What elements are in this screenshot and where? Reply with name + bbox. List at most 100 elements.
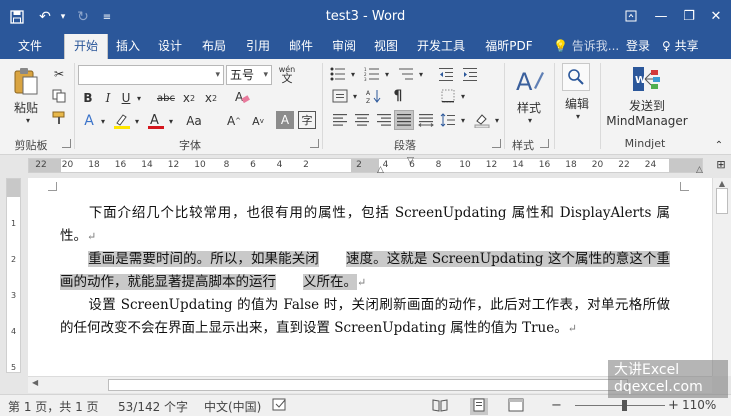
increase-indent-icon[interactable] bbox=[460, 65, 480, 83]
bullets-icon[interactable] bbox=[328, 65, 348, 83]
close-button[interactable]: ✕ bbox=[705, 6, 727, 26]
proofing-icon[interactable] bbox=[272, 398, 288, 415]
styles-launcher-icon[interactable] bbox=[540, 139, 549, 148]
multilevel-list-icon[interactable] bbox=[396, 65, 416, 83]
numbering-icon[interactable]: 123 bbox=[362, 65, 382, 83]
clear-formatting-icon[interactable]: A bbox=[232, 87, 252, 107]
restore-button[interactable]: ❐ bbox=[678, 6, 700, 26]
show-formatting-marks-icon[interactable]: ¶ bbox=[388, 87, 408, 105]
scroll-up-icon[interactable]: ▲ bbox=[713, 179, 731, 188]
tab-review[interactable]: 审阅 bbox=[326, 34, 362, 59]
justify-icon[interactable] bbox=[394, 110, 414, 130]
collapse-ribbon-icon[interactable]: ⌃ bbox=[712, 139, 726, 151]
mindmanager-icon[interactable]: W bbox=[630, 65, 662, 95]
sort-icon[interactable]: AZ bbox=[364, 87, 384, 105]
vertical-scrollbar[interactable]: ▲ bbox=[712, 178, 731, 376]
scroll-left-icon[interactable]: ◀ bbox=[32, 378, 38, 387]
horizontal-ruler[interactable]: 22 20 18 16 14 12 10 8 6 4 2 2 4 6 8 10 12 14 16 18 20 22 24 ▽… bbox=[28, 156, 703, 175]
print-layout-icon[interactable] bbox=[470, 398, 488, 415]
login-link[interactable]: 登录 bbox=[626, 34, 650, 59]
bullets-dropdown-icon[interactable]: ▾ bbox=[348, 65, 358, 83]
send-to-mindmanager-label-1[interactable]: 发送到 bbox=[602, 99, 692, 113]
search-icon[interactable] bbox=[562, 63, 590, 91]
character-shading-icon[interactable]: A bbox=[276, 111, 294, 129]
tab-developer[interactable]: 开发工具 bbox=[412, 34, 470, 59]
cut-icon[interactable]: ✂ bbox=[50, 65, 68, 83]
text-effects-icon[interactable]: A bbox=[80, 111, 98, 131]
styles-dropdown-icon[interactable]: ▾ bbox=[524, 115, 536, 125]
paste-icon[interactable] bbox=[10, 65, 42, 99]
tab-insert[interactable]: 插入 bbox=[110, 34, 146, 59]
right-indent-marker[interactable]: △ bbox=[696, 165, 703, 175]
align-center-icon[interactable] bbox=[352, 111, 372, 129]
font-color-icon[interactable]: A bbox=[146, 111, 166, 131]
phonetic-guide-icon[interactable]: wén 文 bbox=[276, 63, 298, 85]
text-effects-dropdown-icon[interactable]: ▾ bbox=[98, 111, 108, 131]
clipboard-launcher-icon[interactable] bbox=[62, 139, 71, 148]
ruler-view-icon[interactable]: ⊞ bbox=[714, 158, 728, 172]
borders-dropdown-icon[interactable]: ▾ bbox=[458, 87, 468, 105]
grow-font-icon[interactable]: A ^ bbox=[224, 111, 244, 131]
borders-icon[interactable] bbox=[438, 87, 458, 105]
paragraph-1[interactable]: 下面介绍几个比较常用，也很有用的属性，包括 ScreenUpdating 属性和… bbox=[60, 202, 670, 248]
tell-me-box[interactable]: 💡 告诉我... bbox=[553, 34, 619, 59]
align-left-icon[interactable] bbox=[330, 111, 350, 129]
page-count[interactable]: 第 1 页，共 1 页 bbox=[8, 398, 99, 415]
read-mode-icon[interactable] bbox=[432, 398, 448, 415]
subscript-icon[interactable]: x2 bbox=[180, 89, 198, 107]
tab-foxit-pdf[interactable]: 福昕PDF bbox=[476, 34, 542, 59]
multilevel-dropdown-icon[interactable]: ▾ bbox=[416, 65, 426, 83]
shading-icon[interactable] bbox=[472, 111, 492, 129]
italic-icon[interactable]: I bbox=[100, 89, 116, 107]
enclose-characters-icon[interactable]: 字 bbox=[298, 111, 316, 129]
format-painter-icon[interactable] bbox=[50, 109, 68, 127]
styles-label[interactable]: 样式 bbox=[508, 101, 550, 115]
tab-file[interactable]: 文件 bbox=[8, 34, 52, 59]
chinese-layout-dropdown-icon[interactable]: ▾ bbox=[350, 87, 360, 105]
document-page[interactable]: 下面介绍几个比较常用，也很有用的属性，包括 ScreenUpdating 属性和… bbox=[28, 178, 712, 376]
font-launcher-icon[interactable] bbox=[310, 139, 319, 148]
language-indicator[interactable]: 中文(中国) bbox=[204, 398, 261, 415]
decrease-indent-icon[interactable] bbox=[436, 65, 456, 83]
minimize-button[interactable]: — bbox=[650, 6, 672, 26]
superscript-icon[interactable]: x2 bbox=[202, 89, 220, 107]
send-to-mindmanager-label-2[interactable]: MindManager bbox=[602, 114, 692, 128]
paste-label[interactable]: 粘贴 bbox=[8, 101, 44, 115]
zoom-slider-thumb[interactable] bbox=[622, 400, 627, 411]
web-layout-icon[interactable] bbox=[508, 398, 524, 415]
tab-design[interactable]: 设计 bbox=[152, 34, 188, 59]
editing-label[interactable]: 编辑 bbox=[558, 97, 596, 111]
paste-dropdown-icon[interactable]: ▾ bbox=[22, 115, 34, 125]
align-right-icon[interactable] bbox=[374, 111, 394, 129]
underline-dropdown-icon[interactable]: ▾ bbox=[134, 89, 144, 107]
styles-icon[interactable]: A bbox=[512, 65, 548, 97]
numbering-dropdown-icon[interactable]: ▾ bbox=[382, 65, 392, 83]
vertical-scroll-thumb[interactable] bbox=[716, 188, 728, 214]
tab-home[interactable]: 开始 bbox=[64, 34, 108, 59]
tab-view[interactable]: 视图 bbox=[368, 34, 404, 59]
vertical-ruler[interactable]: 1 2 3 4 5 bbox=[6, 178, 21, 373]
strikethrough-icon[interactable]: abc bbox=[156, 89, 176, 107]
shrink-font-icon[interactable]: Av bbox=[248, 111, 268, 131]
font-size-combo[interactable]: 五号 ▾ bbox=[226, 65, 272, 85]
tab-mailings[interactable]: 邮件 bbox=[283, 34, 319, 59]
zoom-in-button[interactable]: + bbox=[668, 398, 679, 413]
copy-icon[interactable] bbox=[50, 87, 68, 105]
line-spacing-icon[interactable] bbox=[438, 111, 458, 129]
ribbon-display-icon[interactable] bbox=[620, 6, 642, 26]
paragraph-3[interactable]: 设置 ScreenUpdating 的值为 False 时，关闭刷新画面的动作，… bbox=[60, 294, 670, 340]
first-line-indent-marker[interactable]: ▽ bbox=[407, 156, 414, 166]
editing-dropdown-icon[interactable]: ▾ bbox=[572, 111, 584, 121]
horizontal-scroll-thumb[interactable] bbox=[108, 379, 628, 391]
zoom-out-button[interactable]: − bbox=[551, 398, 562, 413]
distributed-icon[interactable] bbox=[416, 111, 436, 129]
bold-icon[interactable]: B bbox=[80, 89, 96, 107]
underline-icon[interactable]: U bbox=[118, 89, 134, 107]
font-name-combo[interactable]: ▾ bbox=[78, 65, 224, 85]
paragraph-2[interactable]: 重画是需要时间的。所以，如果能关闭 速度。这就是 ScreenUpdating … bbox=[60, 248, 671, 294]
zoom-level[interactable]: 110% bbox=[682, 398, 716, 412]
hanging-indent-marker[interactable]: △ bbox=[377, 165, 384, 175]
shading-dropdown-icon[interactable]: ▾ bbox=[492, 111, 502, 129]
tab-layout[interactable]: 布局 bbox=[196, 34, 232, 59]
line-spacing-dropdown-icon[interactable]: ▾ bbox=[458, 111, 468, 129]
